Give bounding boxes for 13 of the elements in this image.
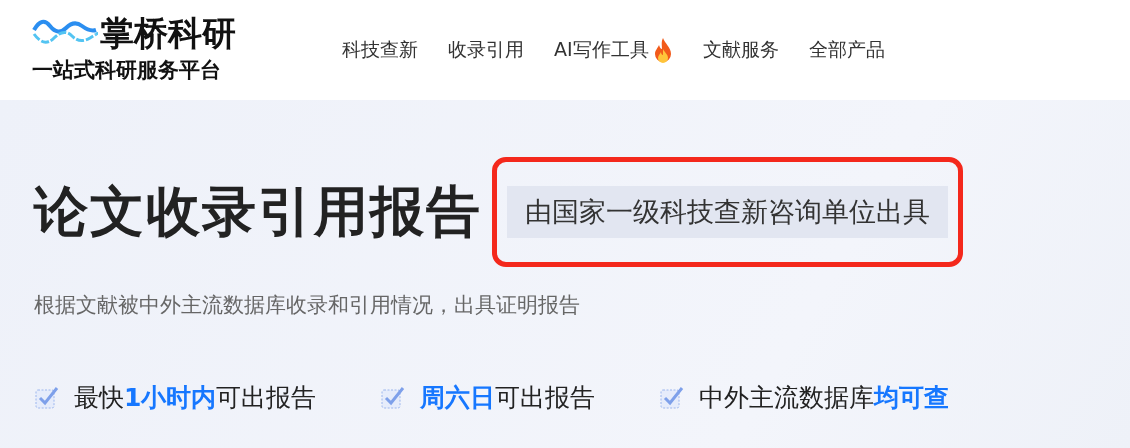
page-subtitle: 根据文献被中外主流数据库收录和引用情况，出具证明报告 — [34, 292, 581, 319]
brand-name: 掌桥科研 — [100, 16, 236, 50]
nav-link[interactable]: 收录引用 — [448, 37, 524, 63]
feature-text: 最快1小时内可出报告 — [74, 382, 317, 414]
page-title: 论文收录引用报告 — [34, 178, 482, 245]
feature-text: 中外主流数据库均可查 — [699, 382, 950, 414]
nav-link[interactable]: AI写作工具 — [554, 37, 673, 63]
nav-link[interactable]: 全部产品 — [808, 37, 885, 63]
brand-tagline: 一站式科研服务平台 — [32, 57, 222, 84]
nav-link[interactable]: 文献服务 — [702, 37, 779, 63]
feature-text: 周六日可出报告 — [420, 382, 596, 414]
issuer-badge: 由国家一级科技查新咨询单位出具 — [507, 186, 948, 238]
nav-link[interactable]: 科技查新 — [342, 37, 418, 63]
